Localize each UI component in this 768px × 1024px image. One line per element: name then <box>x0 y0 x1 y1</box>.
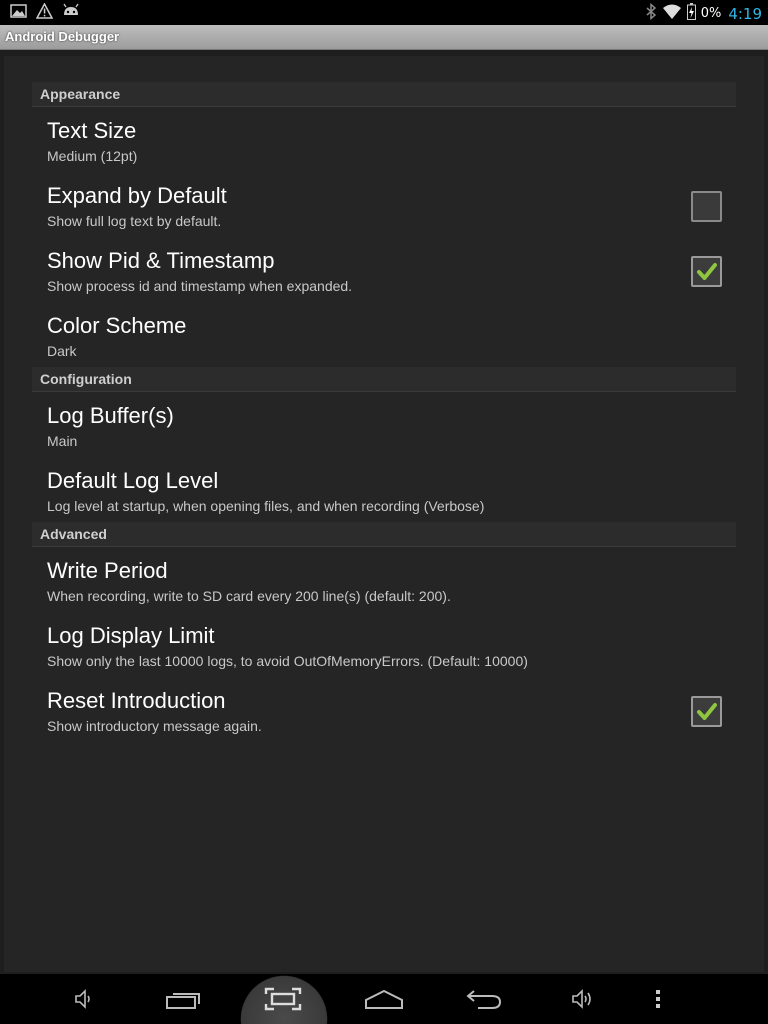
pref-title: Reset Introduction <box>47 688 226 713</box>
pref-title: Log Buffer(s) <box>47 403 174 428</box>
preference-list: Appearance Text Size Medium (12pt) Expan… <box>32 82 736 742</box>
navigation-bar <box>0 964 768 1024</box>
category-appearance: Appearance <box>32 82 736 107</box>
app-title: Android Debugger <box>5 29 120 44</box>
recent-apps-icon[interactable] <box>154 974 214 1024</box>
pref-summary: Show only the last 10000 logs, to avoid … <box>47 653 528 669</box>
check-icon <box>697 263 717 280</box>
pref-summary: Show process id and timestamp when expan… <box>47 278 353 294</box>
pref-title: Text Size <box>47 118 137 143</box>
pref-title: Show Pid & Timestamp <box>47 248 275 273</box>
pref-reset-introduction[interactable]: Reset Introduction Show introductory mes… <box>32 677 736 742</box>
show-pid-timestamp-checkbox[interactable] <box>691 256 722 287</box>
title-bar: Android Debugger <box>0 25 768 50</box>
menu-icon[interactable] <box>628 974 688 1024</box>
pref-title: Color Scheme <box>47 313 187 338</box>
pref-summary: Main <box>47 433 78 449</box>
pref-text-size[interactable]: Text Size Medium (12pt) <box>32 107 736 172</box>
android-icon <box>62 3 80 23</box>
wifi-icon <box>662 4 682 24</box>
warning-icon <box>35 2 54 23</box>
pref-title: Expand by Default <box>47 183 227 208</box>
reset-introduction-checkbox[interactable] <box>691 696 722 727</box>
preferences-panel: Appearance Text Size Medium (12pt) Expan… <box>4 56 764 972</box>
status-bar: 0% 4:19 <box>0 0 768 25</box>
home-icon[interactable] <box>354 974 414 1024</box>
bluetooth-icon <box>645 2 657 24</box>
pref-summary: Show introductory message again. <box>47 718 262 734</box>
content-area: Appearance Text Size Medium (12pt) Expan… <box>0 50 768 974</box>
pref-show-pid-timestamp[interactable]: Show Pid & Timestamp Show process id and… <box>32 237 736 302</box>
battery-percent: 0% <box>700 6 722 21</box>
volume-up-icon[interactable] <box>553 974 613 1024</box>
pref-log-display-limit[interactable]: Log Display Limit Show only the last 100… <box>32 612 736 677</box>
pref-default-log-level[interactable]: Default Log Level Log level at startup, … <box>32 457 736 522</box>
screenshot-icon[interactable] <box>229 964 339 1024</box>
pref-summary: Dark <box>47 343 77 359</box>
pref-title: Log Display Limit <box>47 623 215 648</box>
picture-icon <box>10 3 27 23</box>
back-icon[interactable] <box>454 974 514 1024</box>
pref-title: Default Log Level <box>47 468 219 493</box>
battery-icon <box>686 3 696 24</box>
pref-color-scheme[interactable]: Color Scheme Dark <box>32 302 736 367</box>
pref-summary: Show full log text by default. <box>47 213 222 229</box>
check-icon <box>697 703 717 720</box>
category-advanced: Advanced <box>32 522 736 547</box>
expand-by-default-checkbox[interactable] <box>691 191 722 222</box>
pref-summary: Log level at startup, when opening files… <box>47 498 485 514</box>
pref-title: Write Period <box>47 558 168 583</box>
volume-down-icon[interactable] <box>53 974 113 1024</box>
pref-write-period[interactable]: Write Period When recording, write to SD… <box>32 547 736 612</box>
pref-summary: Medium (12pt) <box>47 148 138 164</box>
pref-expand-by-default[interactable]: Expand by Default Show full log text by … <box>32 172 736 237</box>
pref-summary: When recording, write to SD card every 2… <box>47 588 451 604</box>
pref-log-buffers[interactable]: Log Buffer(s) Main <box>32 392 736 457</box>
clock: 4:19 <box>728 4 762 23</box>
category-configuration: Configuration <box>32 367 736 392</box>
